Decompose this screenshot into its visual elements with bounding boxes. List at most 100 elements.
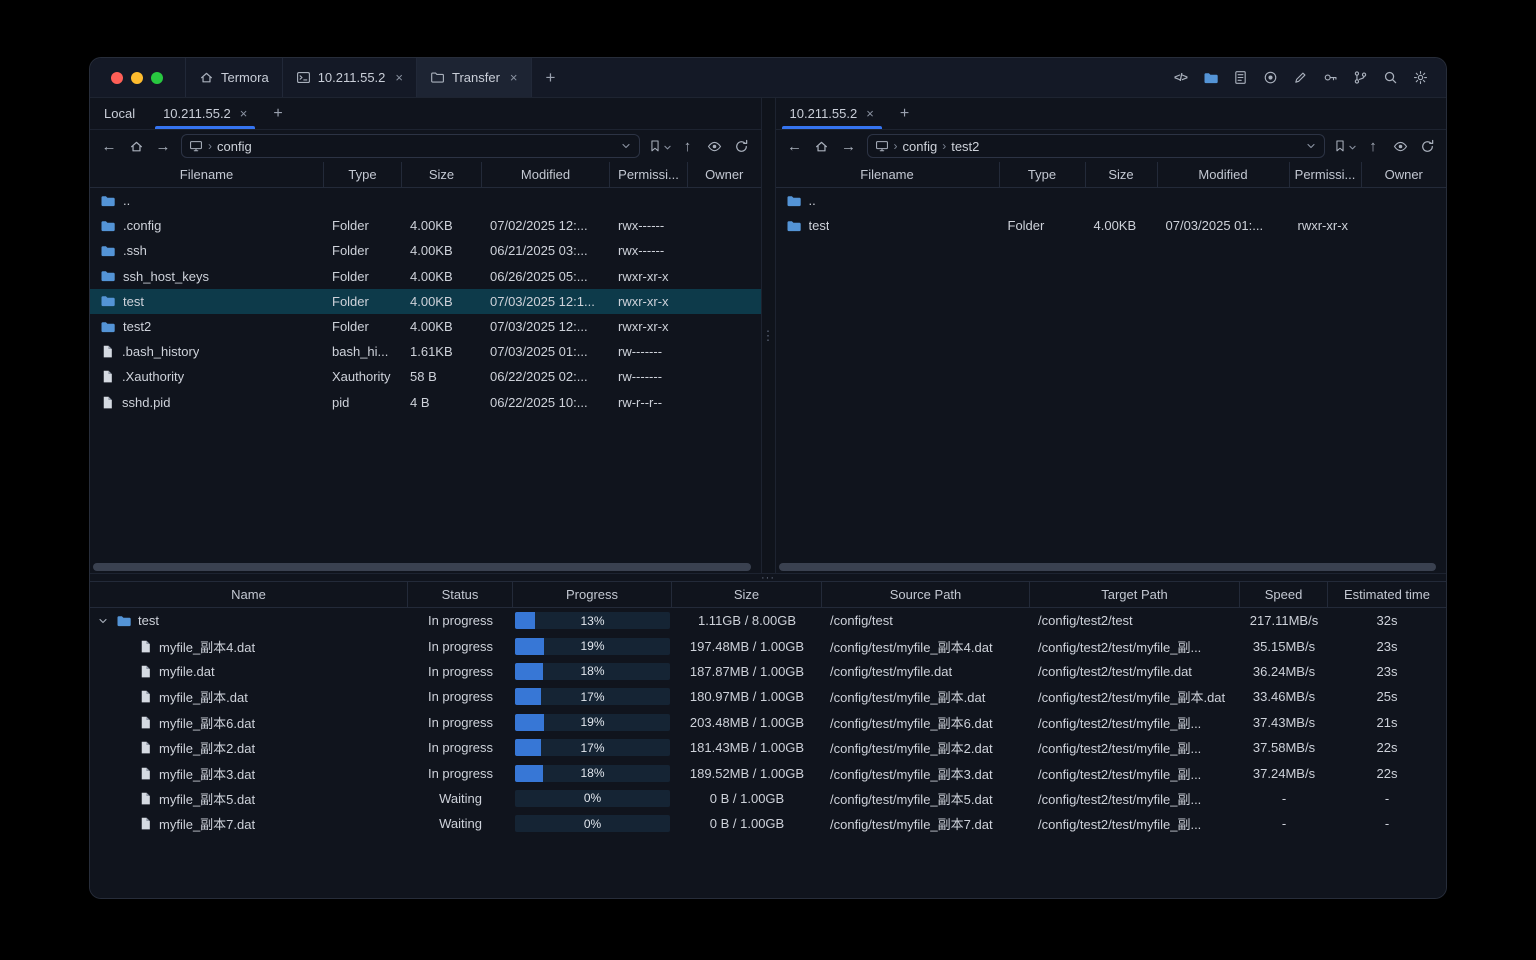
- refresh-button[interactable]: [1415, 134, 1439, 158]
- column-header-permissi...[interactable]: Permissi...: [1290, 162, 1362, 187]
- horizontal-scrollbar-thumb[interactable]: [778, 563, 1437, 571]
- transfer-row-myfile-7.dat[interactable]: myfile_副本7.dat Waiting 0% 0 B / 1.00GB/conf…: [90, 811, 1446, 836]
- column-header-filename[interactable]: Filename: [776, 162, 1000, 187]
- file-row-test2[interactable]: test2 Folder 4.00KB 07/03/2025 12:... rwxr-x…: [90, 314, 761, 339]
- transfer-row-myfile.dat[interactable]: myfile.dat In progress 18% 187.87MB / 1.00G…: [90, 659, 1446, 684]
- close-window-button[interactable]: [111, 71, 123, 84]
- column-header-modified[interactable]: Modified: [1158, 162, 1290, 187]
- size-cell: 189.52MB / 1.00GB: [689, 765, 805, 781]
- back-button[interactable]: ←: [783, 134, 807, 158]
- record-icon[interactable]: [1262, 69, 1279, 86]
- column-header-filename[interactable]: Filename: [90, 162, 324, 187]
- path-breadcrumb[interactable]: › config: [181, 134, 640, 158]
- transfer-name-label: myfile_副本5.dat: [159, 791, 256, 807]
- back-button[interactable]: ←: [97, 134, 121, 158]
- app-tab-10.211.55.2[interactable]: 10.211.55.2 ×: [283, 58, 417, 97]
- column-header-source-path[interactable]: Source Path: [822, 582, 1030, 607]
- transfer-row-myfile-3.dat[interactable]: myfile_副本3.dat In progress 18% 189.52MB / 1…: [90, 760, 1446, 785]
- parent-directory-button[interactable]: ↑: [1361, 134, 1385, 158]
- new-panel-tab-button[interactable]: +: [888, 98, 921, 129]
- forward-button[interactable]: →: [837, 134, 861, 158]
- transfer-row-myfile-4.dat[interactable]: myfile_副本4.dat In progress 19% 197.48MB / 1…: [90, 633, 1446, 658]
- transfer-row-myfile-.dat[interactable]: myfile_副本.dat In progress 17% 180.97MB / 1.…: [90, 684, 1446, 709]
- minimize-window-button[interactable]: [131, 71, 143, 84]
- column-header-size[interactable]: Size: [1086, 162, 1158, 187]
- eta-cell: 32s: [1376, 613, 1398, 629]
- column-header-name[interactable]: Name: [90, 582, 408, 607]
- column-header-estimated-time[interactable]: Estimated time: [1328, 582, 1446, 607]
- home-icon: [199, 70, 214, 85]
- new-tab-button[interactable]: +: [532, 58, 570, 97]
- app-tab-termora[interactable]: Termora: [185, 58, 283, 97]
- file-row-.config[interactable]: .config Folder 4.00KB 07/02/2025 12:... rwx-…: [90, 213, 761, 238]
- parent-directory-button[interactable]: ↑: [676, 134, 700, 158]
- folder-icon[interactable]: [1202, 69, 1219, 86]
- chevron-down-icon[interactable]: [1305, 140, 1317, 152]
- show-hidden-files-button[interactable]: [1388, 134, 1412, 158]
- column-header-owner[interactable]: Owner: [1362, 162, 1447, 187]
- transfer-row-myfile-5.dat[interactable]: myfile_副本5.dat Waiting 0% 0 B / 1.00GB/conf…: [90, 786, 1446, 811]
- horizontal-scrollbar-thumb[interactable]: [93, 563, 751, 571]
- chevron-down-icon[interactable]: [620, 140, 632, 152]
- filename-cell: ..: [90, 193, 324, 209]
- panel-tab-10.211.55.2[interactable]: 10.211.55.2 ×: [776, 98, 888, 129]
- close-tab-icon[interactable]: ×: [240, 107, 248, 120]
- close-tab-icon[interactable]: ×: [510, 71, 518, 84]
- file-row-test[interactable]: test Folder 4.00KB 07/03/2025 01:... rwxr-xr…: [776, 213, 1447, 238]
- bookmark-button[interactable]: [646, 134, 673, 158]
- column-header-modified[interactable]: Modified: [482, 162, 610, 187]
- forward-button[interactable]: →: [151, 134, 175, 158]
- file-row-.xauthority[interactable]: .Xauthority Xauthority 58 B 06/22/2025 02:.…: [90, 364, 761, 389]
- file-icon: [100, 369, 115, 384]
- app-tab-transfer[interactable]: Transfer ×: [417, 58, 532, 97]
- search-icon[interactable]: [1382, 69, 1399, 86]
- path-breadcrumb[interactable]: › config › test2: [866, 134, 1325, 158]
- column-header-speed[interactable]: Speed: [1240, 582, 1328, 607]
- column-header-permissi...[interactable]: Permissi...: [610, 162, 688, 187]
- file-row-ssh-host-keys[interactable]: ssh_host_keys Folder 4.00KB 06/26/2025 05:.…: [90, 264, 761, 289]
- edit-icon[interactable]: [1292, 69, 1309, 86]
- bookmark-button[interactable]: [1331, 134, 1358, 158]
- panel-splitter[interactable]: ⋮: [760, 98, 776, 573]
- file-row-..[interactable]: ..: [90, 188, 761, 213]
- key-icon[interactable]: [1322, 69, 1339, 86]
- column-header-type[interactable]: Type: [324, 162, 402, 187]
- transfer-name-label: myfile_副本2.dat: [159, 741, 256, 757]
- collapse-chevron-icon[interactable]: [96, 615, 110, 627]
- show-hidden-files-button[interactable]: [703, 134, 727, 158]
- file-row-.ssh[interactable]: .ssh Folder 4.00KB 06/21/2025 03:... rwx----…: [90, 238, 761, 263]
- panel-tab-label: Local: [104, 106, 136, 121]
- home-button[interactable]: [124, 134, 148, 158]
- transfer-row-myfile-2.dat[interactable]: myfile_副本2.dat In progress 17% 181.43MB / 1…: [90, 735, 1446, 760]
- close-tab-icon[interactable]: ×: [395, 71, 403, 84]
- column-header-size[interactable]: Size: [672, 582, 822, 607]
- home-button[interactable]: [810, 134, 834, 158]
- panel-tab-10.211.55.2[interactable]: 10.211.55.2 ×: [149, 98, 261, 129]
- close-tab-icon[interactable]: ×: [866, 107, 874, 120]
- transfer-row-myfile-6.dat[interactable]: myfile_副本6.dat In progress 19% 203.48MB / 1…: [90, 710, 1446, 735]
- panel-tab-local[interactable]: Local: [90, 98, 149, 129]
- file-row-..[interactable]: ..: [776, 188, 1447, 213]
- column-header-owner[interactable]: Owner: [688, 162, 761, 187]
- settings-icon[interactable]: [1412, 69, 1429, 86]
- eta-cell: 21s: [1376, 714, 1398, 730]
- code-icon[interactable]: </>: [1172, 69, 1189, 86]
- filename-label: ssh_host_keys: [123, 268, 209, 284]
- file-row-sshd.pid[interactable]: sshd.pid pid 4 B 06/22/2025 10:... rw-r--r--: [90, 390, 761, 415]
- folder-icon: [100, 193, 116, 209]
- column-header-status[interactable]: Status: [408, 582, 513, 607]
- log-icon[interactable]: [1232, 69, 1249, 86]
- zoom-window-button[interactable]: [151, 71, 163, 84]
- file-row-.bash-history[interactable]: .bash_history bash_hi... 1.61KB 07/03/2025 …: [90, 339, 761, 364]
- column-header-size[interactable]: Size: [402, 162, 482, 187]
- column-header-target-path[interactable]: Target Path: [1030, 582, 1240, 607]
- column-header-progress[interactable]: Progress: [513, 582, 672, 607]
- file-row-test[interactable]: test Folder 4.00KB 07/03/2025 12:1... rwxr-x…: [90, 288, 761, 314]
- new-panel-tab-button[interactable]: +: [261, 98, 294, 129]
- transfer-row-test[interactable]: test In progress 13% 1.11GB / 8.00GB/config…: [90, 608, 1446, 633]
- column-header-type[interactable]: Type: [1000, 162, 1086, 187]
- eta-cell: 23s: [1376, 638, 1398, 654]
- branch-icon[interactable]: [1352, 69, 1369, 86]
- transfer-splitter[interactable]: ···: [90, 572, 1446, 583]
- refresh-button[interactable]: [730, 134, 754, 158]
